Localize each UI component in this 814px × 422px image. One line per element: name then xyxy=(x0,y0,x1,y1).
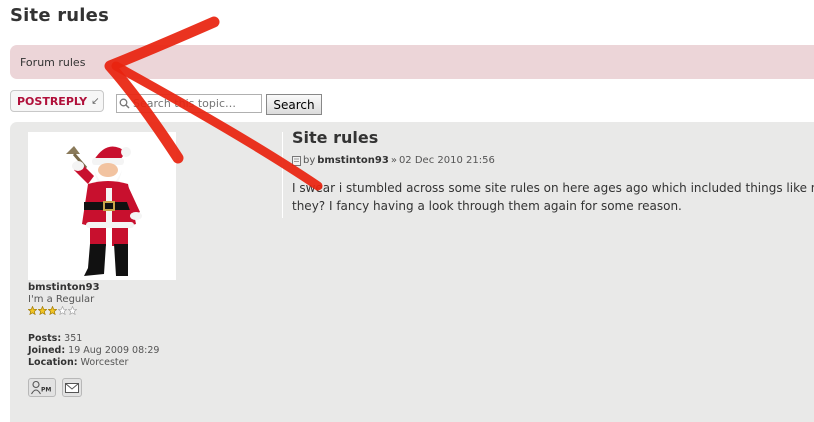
profile-rank: I'm a Regular xyxy=(28,294,95,305)
pm-button[interactable]: PM xyxy=(28,378,56,397)
post-author[interactable]: bmstinton93 xyxy=(317,155,389,166)
post-icon[interactable] xyxy=(292,155,301,166)
rank-stars xyxy=(28,306,77,315)
search-icon xyxy=(117,96,131,112)
star-empty-icon xyxy=(68,306,77,315)
post-panel: bmstinton93 I'm a Regular Posts: 351 Joi… xyxy=(10,122,814,422)
star-filled-icon xyxy=(48,306,57,315)
post-reply-button[interactable]: POSTREPLY ↙ xyxy=(10,90,104,112)
meta-separator: » xyxy=(390,155,397,166)
forum-rules-label[interactable]: Forum rules xyxy=(20,56,85,69)
forum-rules-bar[interactable]: Forum rules xyxy=(10,45,814,79)
star-empty-icon xyxy=(58,306,67,315)
post-body-line: I swear i stumbled across some site rule… xyxy=(292,181,814,195)
envelope-icon xyxy=(65,382,79,393)
post-body-line: they? I fancy having a look through them… xyxy=(292,199,682,213)
posts-count[interactable]: 351 xyxy=(64,333,82,344)
profile-stats: Posts: 351 Joined: 19 Aug 2009 08:29 Loc… xyxy=(28,333,159,369)
by-text: by xyxy=(303,155,316,166)
post-body: I swear i stumbled across some site rule… xyxy=(292,179,814,215)
search-box[interactable] xyxy=(116,94,262,113)
avatar xyxy=(28,132,176,280)
joined-date: 19 Aug 2009 08:29 xyxy=(68,345,160,356)
reply-arrow-icon: ↙ xyxy=(91,95,100,107)
pm-label: PM xyxy=(41,387,51,394)
joined-label: Joined: xyxy=(28,345,66,356)
post-meta: by bmstinton93 » 02 Dec 2010 21:56 xyxy=(292,155,495,166)
email-button[interactable] xyxy=(62,378,82,397)
star-filled-icon xyxy=(38,306,47,315)
page-title: Site rules xyxy=(10,5,109,26)
post-title[interactable]: Site rules xyxy=(292,128,378,147)
post-reply-label: POSTREPLY xyxy=(17,94,88,108)
post-divider xyxy=(282,132,283,218)
posts-label: Posts: xyxy=(28,333,62,344)
location-value: Worcester xyxy=(80,357,129,368)
profile-username[interactable]: bmstinton93 xyxy=(28,282,100,293)
search-button[interactable]: Search xyxy=(266,94,322,115)
search-input[interactable] xyxy=(131,97,261,110)
star-filled-icon xyxy=(28,306,37,315)
post-date: 02 Dec 2010 21:56 xyxy=(398,155,495,166)
location-label: Location: xyxy=(28,357,78,368)
